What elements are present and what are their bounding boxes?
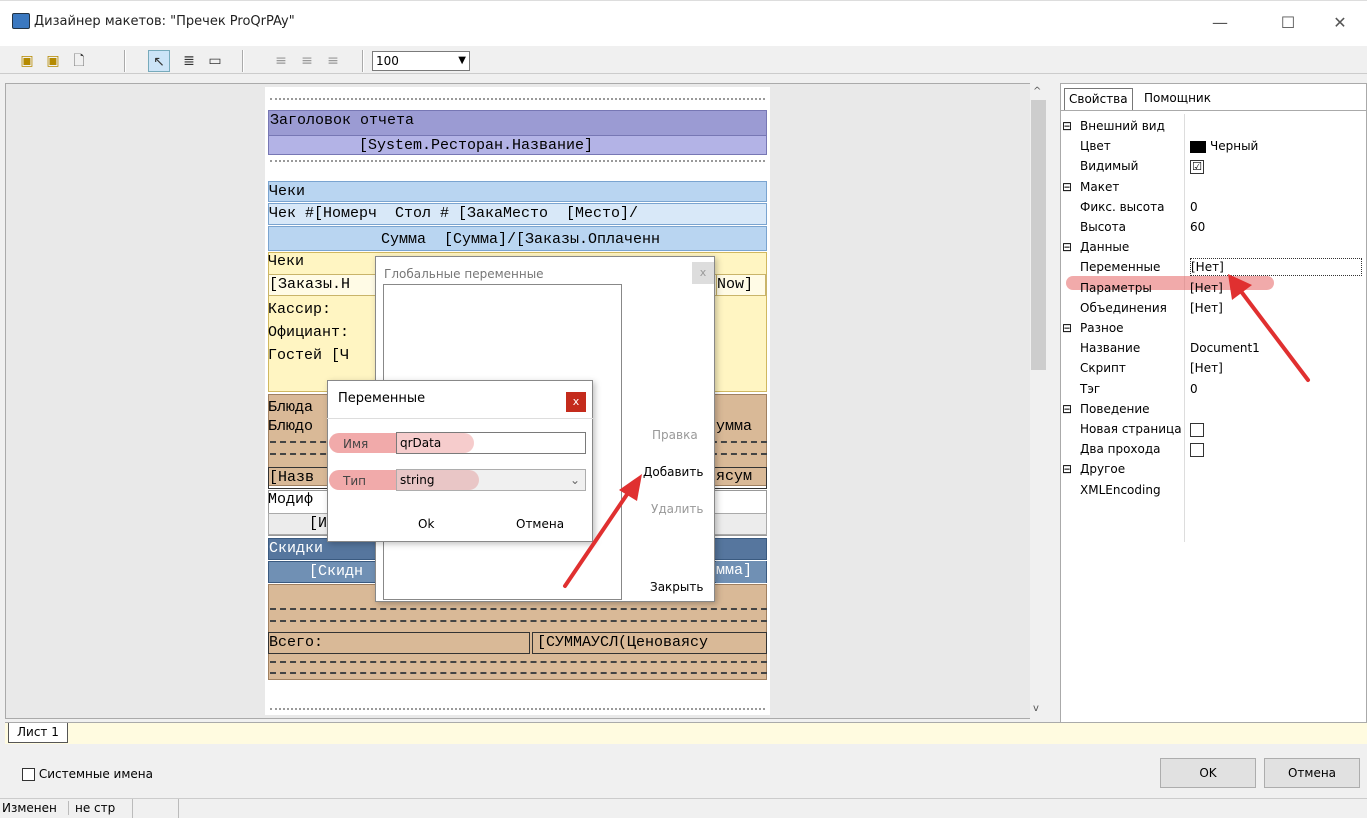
arrow-line — [563, 488, 632, 588]
status-separator — [178, 799, 179, 818]
arrow-head — [1228, 274, 1252, 300]
system-names-label: Системные имена — [38, 767, 153, 781]
cancel-main-button[interactable]: Отмена — [1264, 758, 1360, 788]
status-bar — [0, 798, 1367, 818]
status-separator — [132, 799, 133, 818]
arrow-line — [1238, 288, 1310, 382]
checkbox-box — [22, 768, 35, 781]
tab-sheet-1[interactable]: Лист 1 — [8, 723, 68, 743]
annotation-arrows — [563, 274, 1310, 588]
sheet-tabbar — [5, 722, 1367, 744]
status-page: не стр — [68, 801, 115, 815]
status-changed: Изменен — [2, 801, 57, 815]
system-names-checkbox[interactable]: Системные имена — [22, 767, 153, 781]
arrow-head — [619, 474, 642, 501]
ok-main-button[interactable]: OK — [1160, 758, 1256, 788]
